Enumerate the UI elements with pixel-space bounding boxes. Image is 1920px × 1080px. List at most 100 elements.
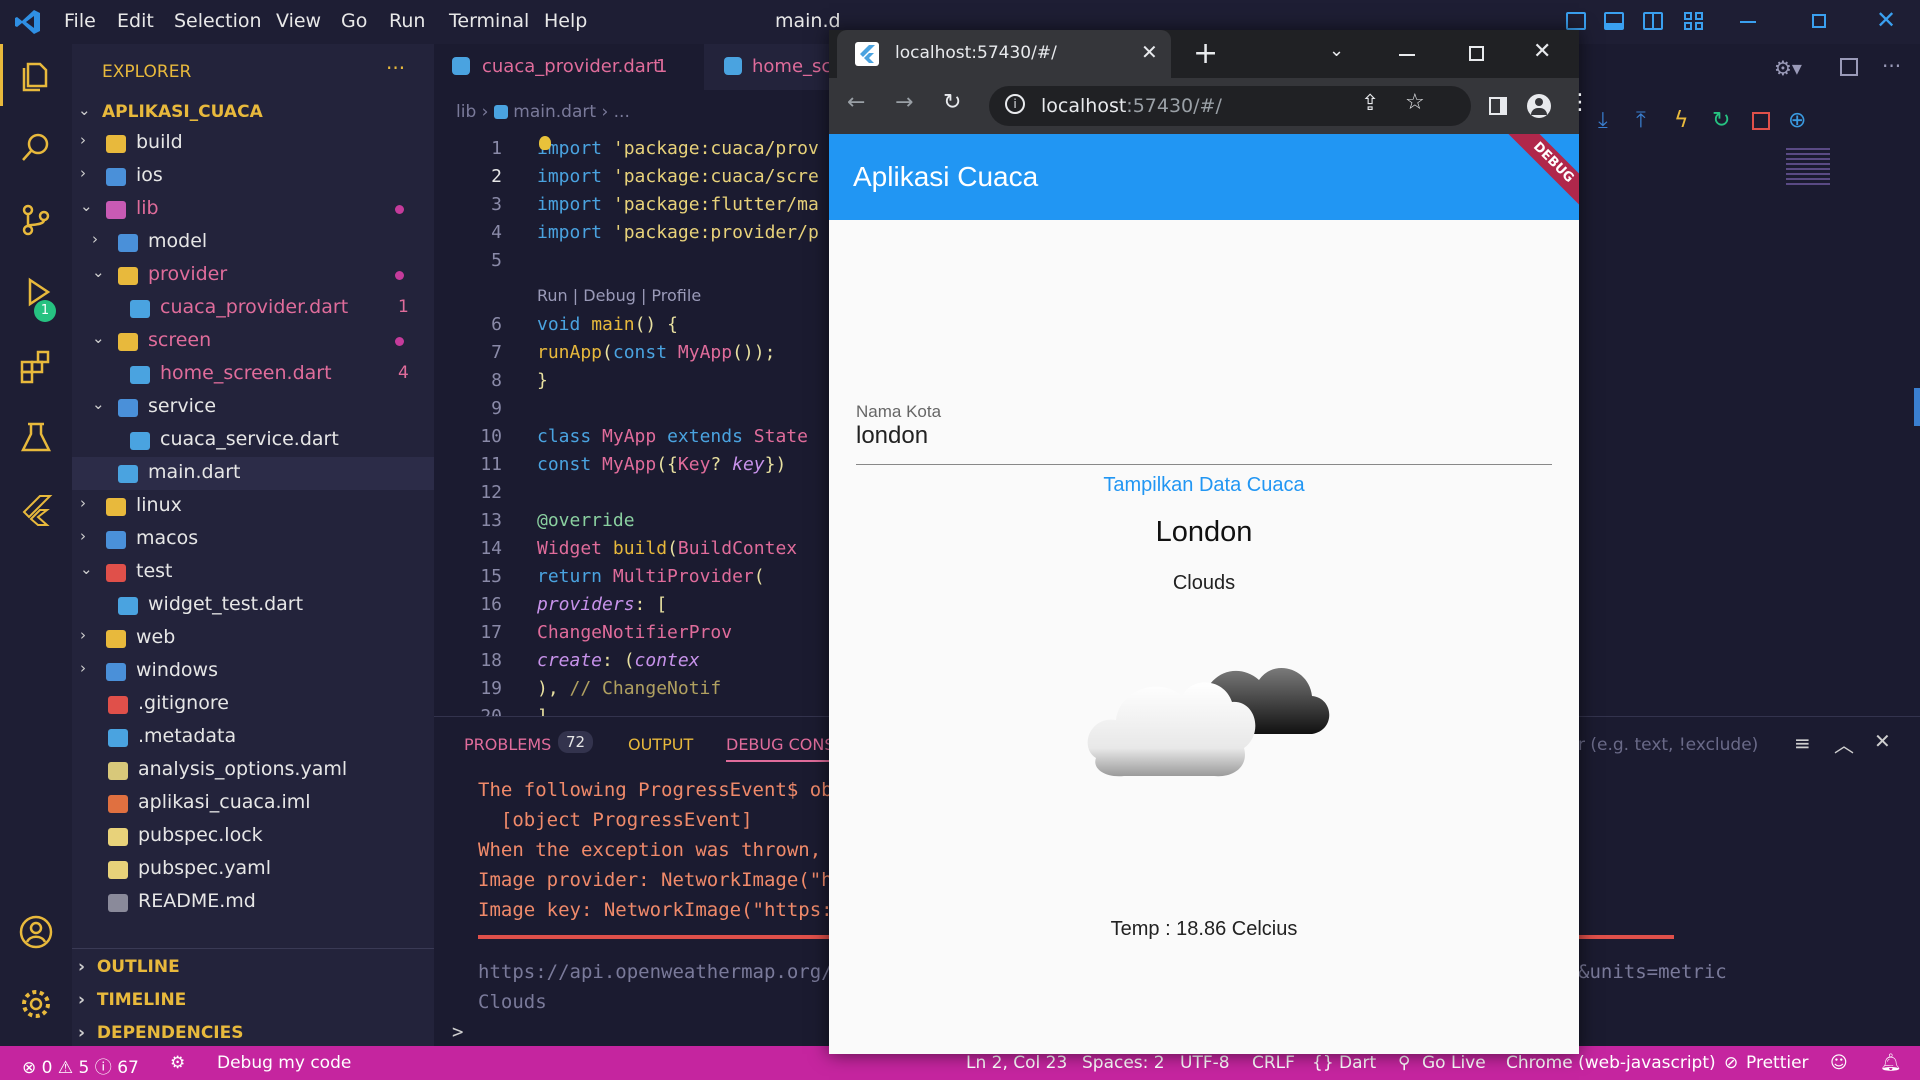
menu-view[interactable]: View [276,10,321,32]
explorer-item[interactable]: widget_test.dart [72,589,434,622]
step-out-icon[interactable]: ⤒ [1636,108,1646,133]
language-mode[interactable]: {} Dart [1312,1053,1376,1073]
workspace-root[interactable]: ⌄ APLIKASI_CUACA [72,98,434,126]
code-line[interactable]: import 'package:cuaca/prov [537,138,819,166]
code-line[interactable]: void main() { [537,314,678,342]
debug-status[interactable]: Debug my code [217,1053,351,1073]
explorer-item[interactable]: aplikasi_cuaca.iml [72,787,434,820]
code-line[interactable]: import 'package:provider/p [537,222,819,250]
feedback-icon[interactable]: ☺ [1830,1053,1848,1073]
address-bar[interactable]: i localhost:57430/#/ ⇪ ☆ [989,86,1471,126]
explorer-item[interactable]: main.dart [72,457,434,490]
city-input[interactable]: london [856,422,928,450]
source-control-icon[interactable] [18,202,54,238]
reload-icon[interactable]: ↻ [943,90,961,115]
close-panel-icon[interactable]: ✕ [1874,729,1891,753]
profile-avatar-icon[interactable] [1527,94,1551,118]
dependencies-section[interactable]: › DEPENDENCIES [78,1023,243,1043]
tab-search-icon[interactable]: ⌄ [1329,40,1344,61]
hot-restart-icon[interactable]: ↻ [1712,108,1730,133]
go-live[interactable]: Go Live [1422,1053,1486,1073]
explorer-more-icon[interactable]: ··· [386,56,405,80]
customize-layout-icon[interactable] [1684,12,1704,30]
chevron-right-icon[interactable]: › [80,131,86,149]
chevron-right-icon[interactable]: › [80,659,86,677]
menu-help[interactable]: Help [544,10,587,32]
explorer-item[interactable]: › macos [72,523,434,556]
chevron-down-icon[interactable]: ⌄ [92,263,105,281]
back-icon[interactable]: ← [847,90,865,115]
chevron-right-icon[interactable]: › [80,164,86,182]
step-into-icon[interactable]: ⤓ [1598,108,1608,133]
problems-status[interactable]: ⊗ 0 ⚠ 5 ⓘ 67 [22,1053,139,1078]
explorer-item[interactable]: cuaca_provider.dart 1 [72,292,434,325]
explorer-item[interactable]: › ios [72,160,434,193]
code-line[interactable]: ], [537,706,559,716]
code-line[interactable]: import 'package:flutter/ma [537,194,819,222]
explorer-item[interactable]: .gitignore [72,688,434,721]
close-window-icon[interactable]: ✕ [1876,6,1896,34]
scroll-indicator[interactable] [1914,388,1920,426]
tab-cuaca-provider[interactable]: cuaca_provider.dart 1 [434,44,704,90]
code-line[interactable]: import 'package:cuaca/scre [537,166,819,194]
flutter-icon[interactable] [18,492,54,528]
explorer-item[interactable]: ⌄ screen [72,325,434,358]
run-debug-dropdown-icon[interactable]: ⚙▾ [1774,56,1802,80]
site-info-icon[interactable]: i [1005,94,1025,114]
browser-tab[interactable]: localhost:57430/#/ ✕ [837,30,1171,78]
browser-menu-icon[interactable]: ⋮ [1569,90,1591,115]
browser-minimize-icon[interactable] [1399,54,1415,56]
menu-selection[interactable]: Selection [174,10,262,32]
toggle-secondary-sidebar-icon[interactable] [1643,12,1663,30]
testing-icon[interactable] [18,420,54,456]
explorer-item[interactable]: cuaca_service.dart [72,424,434,457]
url-text[interactable]: localhost:57430/#/ [1041,95,1222,117]
explorer-item[interactable]: analysis_options.yaml [72,754,434,787]
explorer-item[interactable]: ⌄ service [72,391,434,424]
tab-home-screen[interactable]: home_sc [708,44,834,90]
explorer-item[interactable]: › model [72,226,434,259]
timeline-section[interactable]: › TIMELINE [78,990,186,1010]
minimize-icon[interactable] [1740,21,1756,23]
forward-icon[interactable]: → [895,90,913,115]
split-editor-icon[interactable] [1840,58,1858,76]
indentation[interactable]: Spaces: 2 [1082,1053,1165,1073]
code-line[interactable]: const MyApp({Key? key}) [537,454,786,482]
chevron-down-icon[interactable]: ⌄ [80,560,93,578]
filter-input[interactable]: r (e.g. text, !exclude) [1578,735,1758,755]
code-line[interactable]: } [537,370,548,398]
explorer-item[interactable]: › web [72,622,434,655]
code-line[interactable]: create: (contex [537,650,700,678]
explorer-item[interactable]: › linux [72,490,434,523]
outline-section[interactable]: › OUTLINE [78,957,180,977]
tab-problems[interactable]: PROBLEMS [464,735,551,754]
menu-go[interactable]: Go [341,10,367,32]
explorer-item[interactable]: home_screen.dart 4 [72,358,434,391]
browser-maximize-icon[interactable] [1469,46,1484,61]
explorer-item[interactable]: ⌄ test [72,556,434,589]
search-icon[interactable] [18,130,54,166]
settings-gear-icon[interactable] [18,986,54,1022]
account-icon[interactable] [18,914,54,950]
debug-icon[interactable]: ⚙ [170,1053,185,1073]
stop-icon[interactable] [1752,112,1770,130]
chevron-right-icon[interactable]: › [80,527,86,545]
console-prompt[interactable]: > [452,1021,463,1043]
tab-output[interactable]: OUTPUT [628,735,693,754]
code-line[interactable]: Widget build(BuildContex [537,538,797,566]
hot-reload-icon[interactable]: ϟ [1674,108,1689,133]
menu-file[interactable]: File [64,10,96,32]
devtools-search-icon[interactable]: ⊕ [1788,108,1806,133]
code-line[interactable]: providers: [ [537,594,667,622]
code-line[interactable]: class MyApp extends State [537,426,808,454]
prettier-status[interactable]: Prettier [1746,1053,1809,1073]
explorer-item[interactable]: pubspec.lock [72,820,434,853]
codelens[interactable]: Run | Debug | Profile [537,286,701,305]
explorer-item[interactable]: › build [72,127,434,160]
device-selector[interactable]: Chrome (web-javascript) [1506,1053,1716,1073]
side-panel-icon[interactable] [1489,97,1507,115]
menu-terminal[interactable]: Terminal [449,10,529,32]
code-line[interactable]: ChangeNotifierProv [537,622,732,650]
close-tab-icon[interactable]: ✕ [1141,40,1158,64]
notifications-bell-icon[interactable]: 🔔︎ [1880,1053,1902,1073]
